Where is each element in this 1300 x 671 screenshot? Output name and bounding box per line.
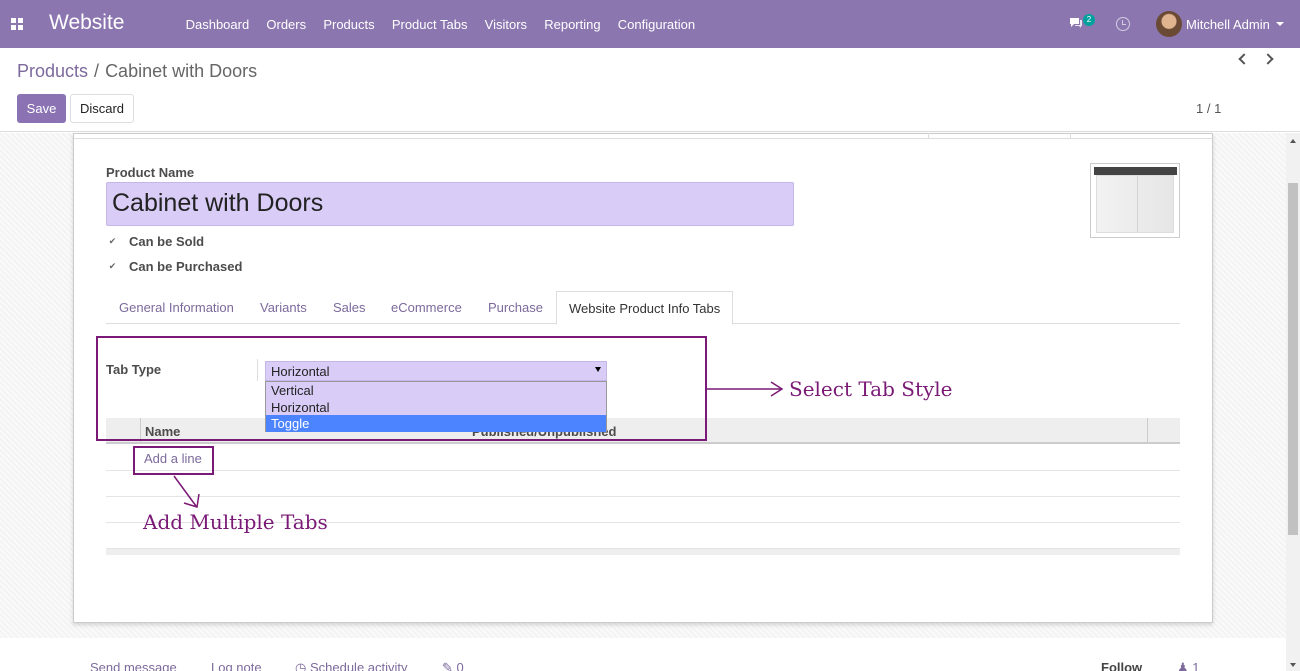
arrow-line-add-tabs: [173, 475, 197, 507]
schedule-activity-button[interactable]: ◷ Schedule activity: [295, 660, 408, 671]
send-message-button[interactable]: Send message: [90, 660, 177, 671]
followers-button[interactable]: ♟ 1: [1177, 660, 1200, 671]
chatter: [0, 638, 1286, 671]
schedule-activity-label: Schedule activity: [309, 660, 408, 671]
annotation-add-multiple-tabs: Add Multiple Tabs: [143, 510, 328, 534]
attachments-button[interactable]: ✎ 0: [442, 660, 464, 671]
attachments-count: 0: [456, 660, 464, 671]
paperclip-icon: ✎: [442, 660, 457, 671]
annotation-arrows: [173, 381, 784, 508]
followers-count: 1: [1192, 660, 1200, 671]
clock-icon: ◷: [295, 660, 310, 671]
follow-button[interactable]: Follow: [1101, 660, 1142, 671]
log-note-button[interactable]: Log note: [211, 660, 262, 671]
annotation-select-tab-style: Select Tab Style: [789, 377, 953, 401]
user-icon: ♟: [1177, 660, 1193, 671]
